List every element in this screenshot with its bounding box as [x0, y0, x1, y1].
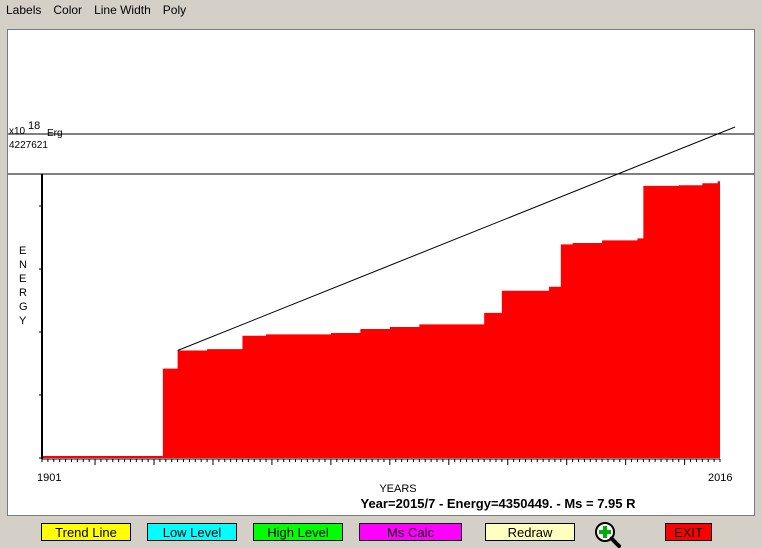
y-axis-label-letter: E [19, 245, 26, 257]
y-unit-suffix: Erg [47, 128, 63, 139]
y-max-label: 4227621 [9, 140, 48, 151]
y-unit-exponent: 18 [28, 120, 40, 132]
x-start-label: 1901 [37, 472, 61, 484]
energy-chart: x10 18 Erg 4227621 ENERGY 1901 2016 YEAR… [8, 120, 754, 511]
x-axis-label: YEARS [379, 483, 416, 495]
button-bar: Trend Line Low Level High Level Ms Calc … [0, 519, 762, 548]
y-unit-prefix: x10 [9, 126, 26, 137]
ms-calc-button[interactable]: Ms Calc [359, 523, 462, 541]
y-axis-label-letter: G [19, 301, 28, 313]
high-level-button[interactable]: High Level [253, 523, 343, 541]
exit-button[interactable]: EXIT [665, 523, 712, 541]
redraw-button[interactable]: Redraw [485, 523, 575, 541]
trend-line-button[interactable]: Trend Line [41, 523, 131, 541]
cumulative-energy-area [42, 181, 720, 459]
x-end-label: 2016 [708, 472, 732, 484]
y-axis-label-letter: N [19, 259, 27, 271]
y-axis-label-letter: E [19, 273, 26, 285]
status-readout: Year=2015/7 - Energy=4350449. - Ms = 7.9… [361, 496, 637, 511]
zoom-in-icon[interactable] [591, 519, 627, 548]
y-axis-label-letter: Y [19, 315, 27, 327]
y-axis-label-letter: R [19, 287, 27, 299]
low-level-button[interactable]: Low Level [147, 523, 237, 541]
